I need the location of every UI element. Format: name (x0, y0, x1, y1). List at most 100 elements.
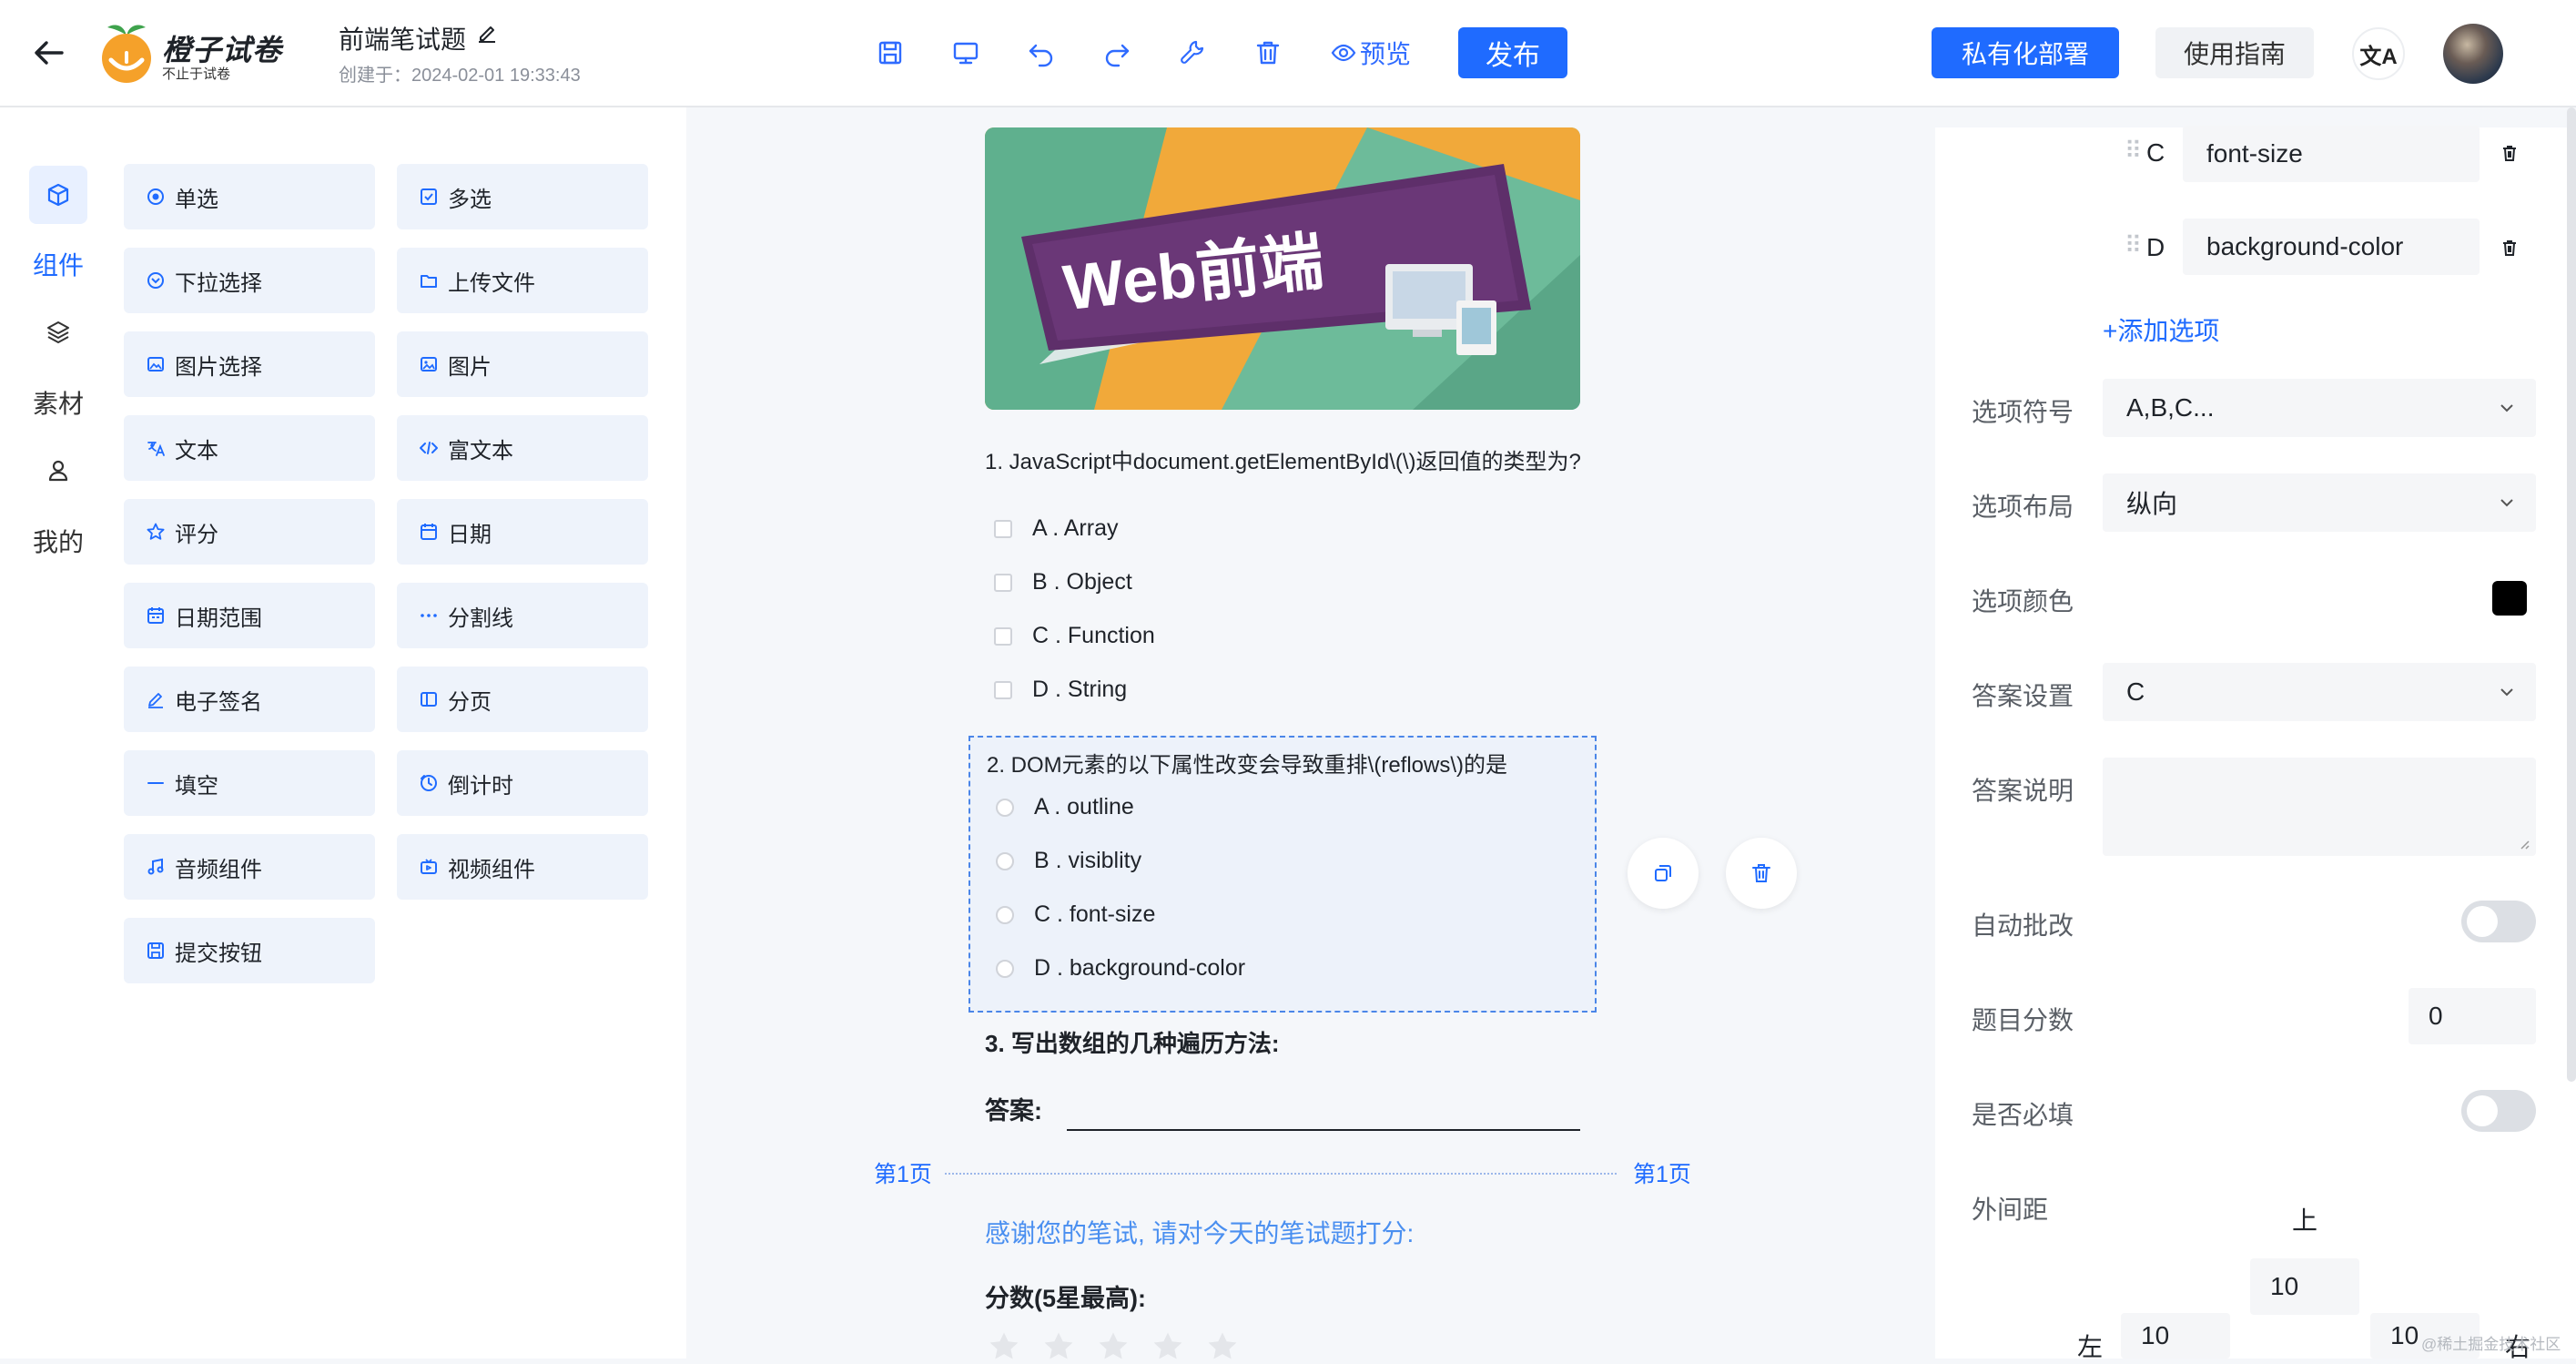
star-icon[interactable] (1096, 1329, 1131, 1364)
option-row-input[interactable]: background-color (2183, 219, 2480, 275)
preview-button[interactable]: 预览 (1331, 35, 1411, 71)
comp-label: 评分 (175, 522, 218, 547)
checkbox[interactable] (994, 519, 1012, 538)
wrench-icon[interactable] (1176, 36, 1209, 69)
star-icon[interactable] (1041, 1329, 1076, 1364)
margin-left-input[interactable]: 10 (2121, 1313, 2230, 1359)
comp-divider[interactable]: 分割线 (397, 583, 648, 648)
answer-desc-textarea[interactable] (2103, 758, 2536, 856)
comp-label: 文本 (175, 438, 218, 463)
eye-icon (1331, 44, 1356, 62)
option-row-input[interactable]: font-size (2183, 126, 2480, 182)
delete-question-button[interactable] (1726, 838, 1797, 909)
edit-title-icon[interactable] (475, 22, 499, 46)
answer-input-line[interactable] (1067, 1129, 1580, 1131)
comp-dropdown[interactable]: 下拉选择 (124, 248, 375, 313)
language-switch-icon[interactable]: 文A (2352, 27, 2405, 80)
comp-video[interactable]: 视频组件 (397, 834, 648, 900)
publish-button[interactable]: 发布 (1458, 27, 1567, 78)
rail-materials-button[interactable] (29, 302, 87, 361)
comp-text[interactable]: 文本 (124, 415, 375, 481)
rail-components-button[interactable] (29, 166, 87, 224)
q1-option-d[interactable]: D . String (994, 677, 1127, 703)
drag-handle-icon[interactable]: ⠿ (2125, 137, 2142, 165)
option-row-key: D (2146, 233, 2165, 261)
comp-rating[interactable]: 评分 (124, 499, 375, 565)
option-label: B . Object (1032, 569, 1132, 595)
drag-handle-icon[interactable]: ⠿ (2125, 231, 2142, 260)
question-score-input[interactable]: 0 (2409, 988, 2536, 1044)
comp-rich-text[interactable]: 富文本 (397, 415, 648, 481)
q1-option-a[interactable]: A . Array (994, 515, 1118, 542)
radio-icon (147, 188, 164, 205)
comp-multi-choice[interactable]: 多选 (397, 164, 648, 229)
resize-handle-icon[interactable] (2516, 836, 2530, 850)
star-icon[interactable] (1151, 1329, 1185, 1364)
option-label: C . font-size (1034, 901, 1156, 927)
properties-scrollbar[interactable] (2567, 107, 2576, 1082)
question-score-label: 题目分数 (1972, 1006, 2074, 1034)
redo-icon[interactable] (1100, 36, 1133, 69)
comp-audio[interactable]: 音频组件 (124, 834, 375, 900)
question-3-text: 3. 写出数组的几种遍历方法: (985, 1030, 1280, 1057)
q2-option-d[interactable]: D . background-color (996, 955, 1245, 982)
auto-grade-toggle[interactable] (2461, 901, 2536, 942)
delete-icon[interactable] (1252, 36, 1284, 69)
usage-guide-button[interactable]: 使用指南 (2155, 27, 2314, 78)
comp-date-range[interactable]: 日期范围 (124, 583, 375, 648)
checkbox[interactable] (994, 680, 1012, 699)
comp-single-choice[interactable]: 单选 (124, 164, 375, 229)
page-label-right: 第1页 (1633, 1162, 1691, 1187)
option-layout-select[interactable]: 纵向 (2103, 473, 2536, 532)
comp-countdown[interactable]: 倒计时 (397, 750, 648, 816)
comp-image-select[interactable]: 图片选择 (124, 331, 375, 397)
divider-icon (421, 614, 437, 617)
comp-upload-file[interactable]: 上传文件 (397, 248, 648, 313)
option-symbol-select[interactable]: A,B,C... (2103, 379, 2536, 437)
checkbox[interactable] (994, 626, 1012, 646)
question-2-text: 2. DOM元素的以下属性改变会导致重排\(reflows\)的是 (987, 753, 1508, 778)
star-icon[interactable] (1205, 1329, 1240, 1364)
star-icon[interactable] (987, 1329, 1021, 1364)
desktop-icon[interactable] (949, 36, 982, 69)
comp-submit-button[interactable]: 提交按钮 (124, 918, 375, 983)
comp-date[interactable]: 日期 (397, 499, 648, 565)
comp-e-signature[interactable]: 电子签名 (124, 667, 375, 732)
trash-icon[interactable] (2500, 238, 2520, 258)
code-icon (420, 442, 438, 454)
q2-option-b[interactable]: B . visiblity (996, 848, 1141, 874)
undo-icon[interactable] (1025, 36, 1058, 69)
banner-image: Web前端 (985, 127, 1580, 410)
q1-option-c[interactable]: C . Function (994, 623, 1155, 649)
q2-option-a[interactable]: A . outline (996, 794, 1134, 820)
user-avatar[interactable] (2443, 24, 2503, 84)
rating-stars[interactable] (987, 1329, 1240, 1364)
folder-icon (421, 275, 437, 288)
save-icon[interactable] (874, 36, 907, 69)
radio[interactable] (996, 851, 1014, 870)
add-option-link[interactable]: +添加选项 (2103, 311, 2219, 348)
checkbox[interactable] (994, 573, 1012, 592)
option-symbol-label: 选项符号 (1972, 398, 2074, 426)
comp-label: 电子签名 (175, 689, 262, 715)
required-toggle[interactable] (2461, 1090, 2536, 1132)
radio[interactable] (996, 905, 1014, 924)
rail-mine-button[interactable] (29, 441, 87, 499)
comp-pagination[interactable]: 分页 (397, 667, 648, 732)
q2-option-c[interactable]: C . font-size (996, 901, 1155, 928)
comp-image[interactable]: 图片 (397, 331, 648, 397)
trash-icon[interactable] (2500, 143, 2520, 163)
radio[interactable] (996, 798, 1014, 817)
answer-setting-select[interactable]: C (2103, 663, 2536, 721)
private-deploy-button[interactable]: 私有化部署 (1932, 27, 2119, 78)
radio[interactable] (996, 959, 1014, 978)
back-arrow-icon[interactable] (31, 35, 67, 71)
option-color-picker[interactable] (2492, 581, 2527, 616)
comp-fill-blank[interactable]: 填空 (124, 750, 375, 816)
copy-question-button[interactable] (1628, 838, 1699, 909)
comp-label: 下拉选择 (175, 270, 262, 296)
answer-desc-label: 答案说明 (1972, 777, 2074, 805)
q1-option-b[interactable]: B . Object (994, 569, 1132, 595)
page-label-left: 第1页 (874, 1162, 932, 1187)
margin-top-input[interactable]: 10 (2250, 1258, 2359, 1315)
